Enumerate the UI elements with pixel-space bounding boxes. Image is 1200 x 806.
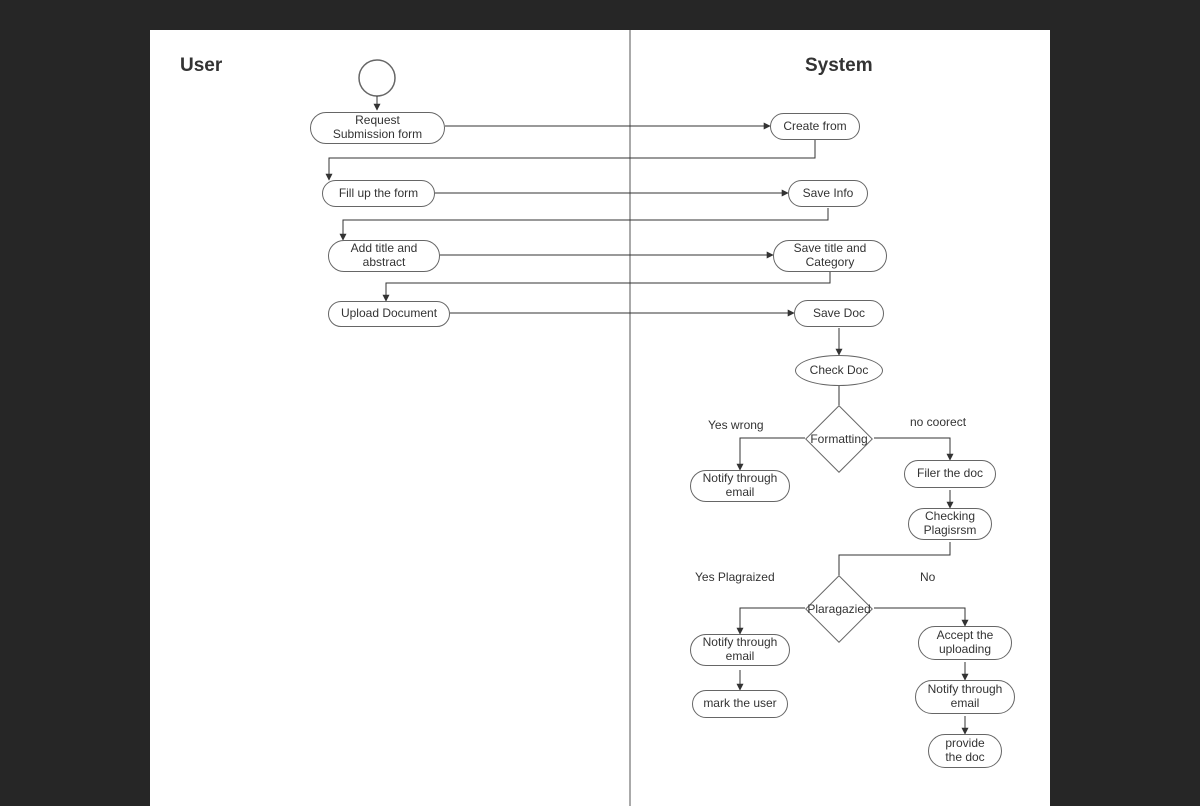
node-create-form: Create from	[770, 113, 860, 140]
edge-label-yes-wrong: Yes wrong	[708, 418, 764, 432]
node-fill-form: Fill up the form	[322, 180, 435, 207]
decision-formatting: Formatting	[815, 415, 863, 463]
edge-label-yes-plagiarized: Yes Plagraized	[695, 570, 775, 584]
node-save-title: Save title andCategory	[773, 240, 887, 272]
decision-plagiarized: Plaragazied	[815, 585, 863, 633]
node-save-info: Save Info	[788, 180, 868, 207]
swimlane-title-user: User	[180, 55, 222, 77]
node-filter-doc: Filer the doc	[904, 460, 996, 488]
decision-formatting-label: Formatting	[810, 432, 867, 446]
edge-label-no-correct: no coorect	[910, 415, 966, 429]
node-request-submission: RequestSubmission form	[310, 112, 445, 144]
node-notify-email-3: Notify throughemail	[915, 680, 1015, 714]
node-accept-uploading: Accept theuploading	[918, 626, 1012, 660]
swimlane-title-system: System	[805, 55, 873, 77]
node-checking-plagiarism: CheckingPlagisrsm	[908, 508, 992, 540]
node-upload-document: Upload Document	[328, 301, 450, 327]
node-provide-doc: providethe doc	[928, 734, 1002, 768]
node-mark-user: mark the user	[692, 690, 788, 718]
edge-label-no: No	[920, 570, 935, 584]
node-check-doc: Check Doc	[795, 355, 883, 386]
node-add-title: Add title andabstract	[328, 240, 440, 272]
node-notify-email-1: Notify throughemail	[690, 470, 790, 502]
node-notify-email-2: Notify throughemail	[690, 634, 790, 666]
diagram-canvas: User System	[150, 30, 1050, 806]
node-save-doc: Save Doc	[794, 300, 884, 327]
decision-plagiarized-label: Plaragazied	[807, 602, 870, 616]
